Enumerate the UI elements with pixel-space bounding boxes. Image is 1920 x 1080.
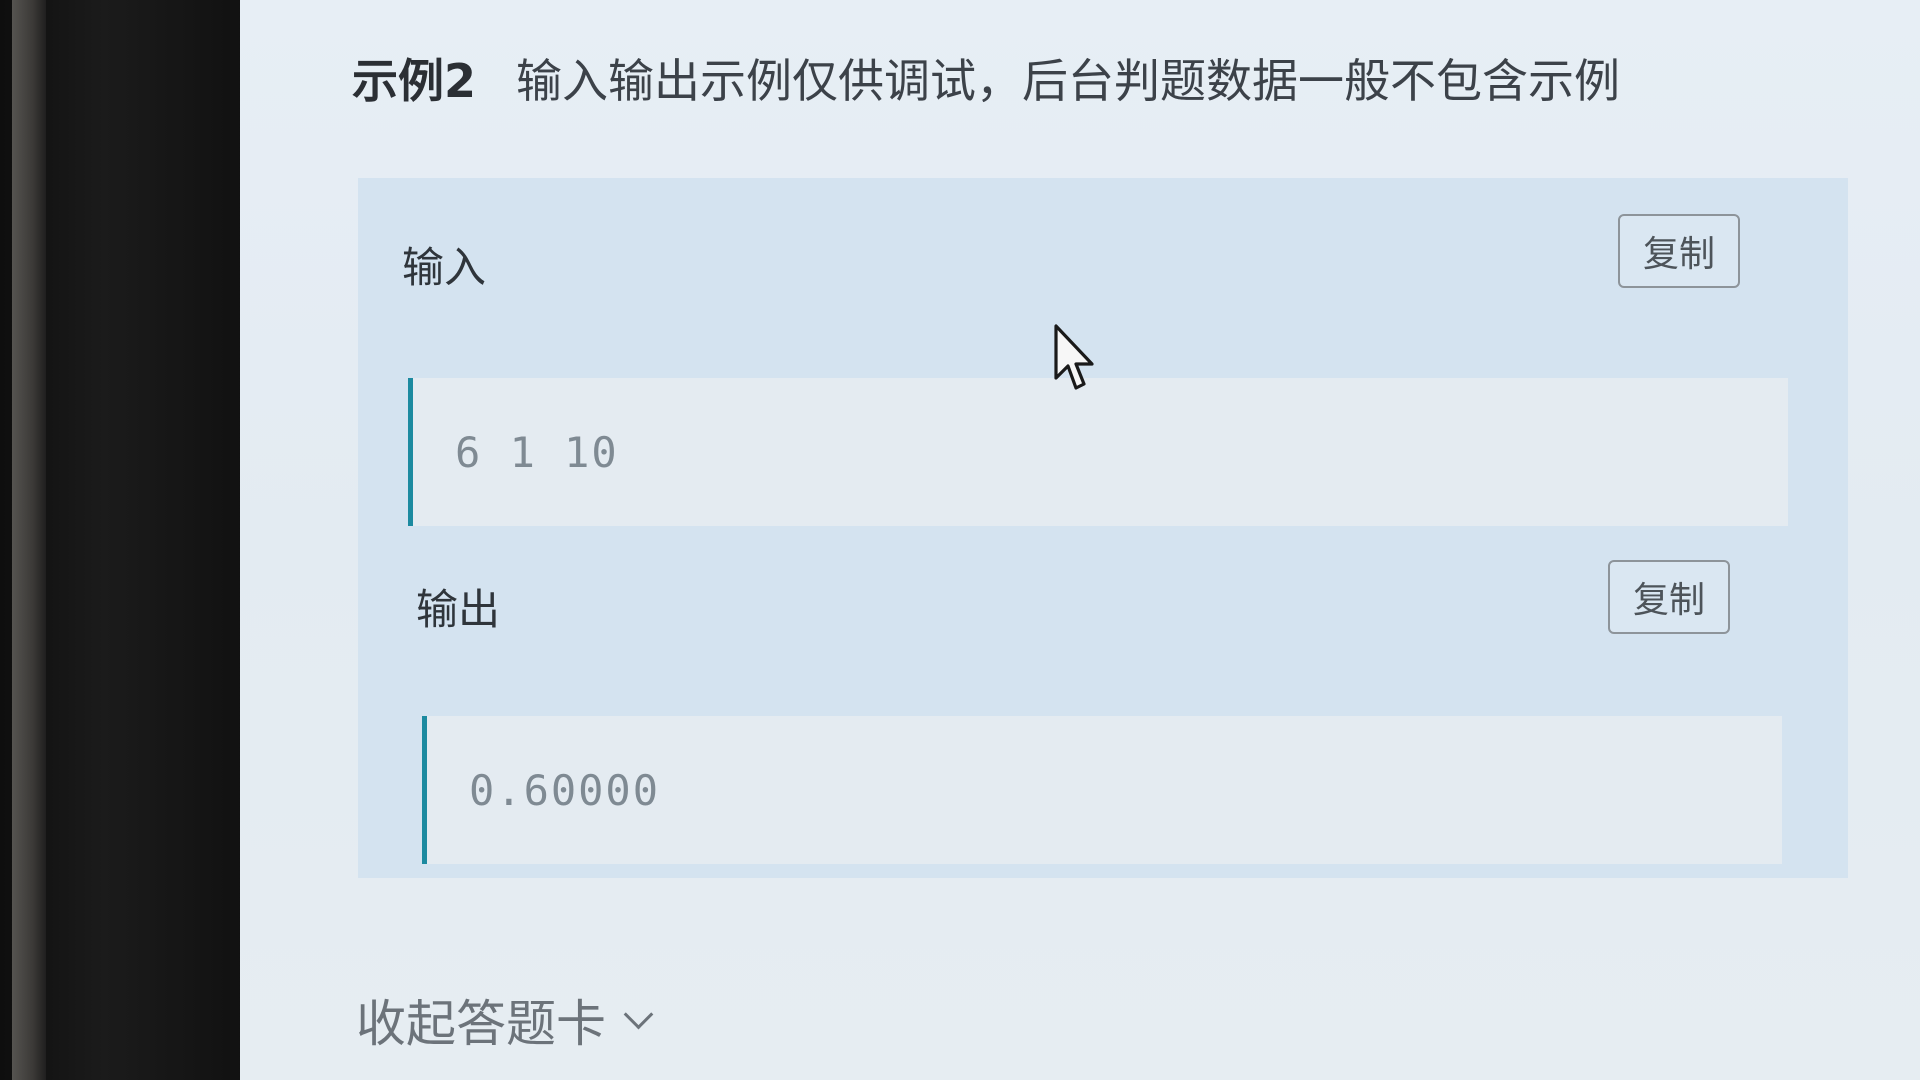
copy-input-button[interactable]: 复制: [1618, 214, 1740, 288]
output-code-block: 0.60000: [422, 716, 1782, 864]
screen: 示例2 输入输出示例仅供调试，后台判题数据一般不包含示例 输入 复制 6 1 1…: [240, 0, 1920, 1080]
input-code-block: 6 1 10: [408, 378, 1788, 526]
output-value: 0.60000: [469, 765, 661, 815]
example-note: 输入输出示例仅供调试，后台判题数据一般不包含示例: [516, 54, 1621, 108]
collapse-answer-card[interactable]: 收起答题卡: [356, 984, 654, 1056]
input-label: 输入: [402, 243, 487, 292]
input-value: 6 1 10: [455, 427, 619, 477]
chevron-down-icon: [623, 999, 654, 1029]
monitor-bezel: [0, 0, 260, 1080]
mouse-cursor-icon: [1054, 324, 1094, 390]
output-label: 输出: [416, 585, 501, 634]
example-heading: 示例2 输入输出示例仅供调试，后台判题数据一般不包含示例: [352, 48, 1620, 108]
example-title: 示例2: [352, 54, 477, 108]
copy-output-button[interactable]: 复制: [1608, 560, 1730, 634]
bezel-edge: [12, 0, 46, 1080]
collapse-label: 收起答题卡: [356, 995, 606, 1053]
example-panel: 输入 复制 6 1 10 输出 复制 0.60000: [358, 178, 1848, 878]
